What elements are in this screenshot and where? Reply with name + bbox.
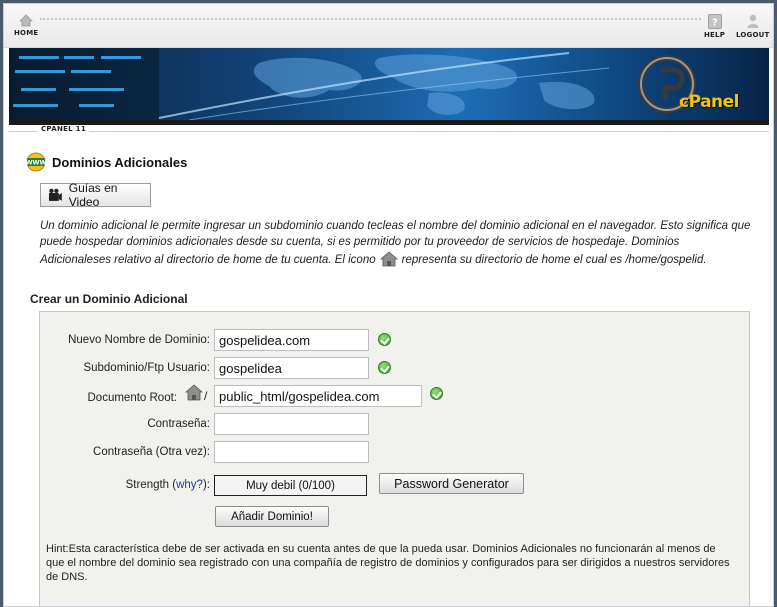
cpanel-logo-text: cPanel bbox=[679, 92, 740, 112]
home-link[interactable]: HOME bbox=[14, 14, 38, 37]
hint-text: Hint:Esta característica debe de ser act… bbox=[46, 543, 730, 583]
logout-icon bbox=[747, 14, 759, 28]
password-row: Contraseña: bbox=[40, 413, 749, 435]
docroot-label: Documento Root: bbox=[87, 392, 178, 404]
strength-label-prefix: Strength ( bbox=[125, 479, 177, 491]
password-confirm-input[interactable] bbox=[214, 441, 369, 463]
svg-text:?: ? bbox=[712, 18, 718, 29]
subdomain-label: Subdominio/Ftp Usuario: bbox=[83, 362, 210, 374]
svg-text:WWW: WWW bbox=[26, 160, 46, 167]
cpanel-banner: cPanel bbox=[9, 48, 769, 120]
home-icon bbox=[19, 14, 34, 27]
breadcrumb-divider bbox=[9, 131, 769, 132]
docroot-row: Documento Root: / bbox=[40, 383, 749, 407]
video-camera-icon bbox=[48, 188, 62, 201]
page-header: WWW Dominios Adicionales bbox=[26, 151, 187, 173]
docroot-input[interactable] bbox=[214, 385, 422, 407]
help-label: HELP bbox=[704, 31, 726, 39]
banner-bottom-bar bbox=[9, 120, 769, 125]
subdomain-row: Subdominio/Ftp Usuario: bbox=[40, 357, 749, 379]
home-label: HOME bbox=[14, 29, 39, 37]
docroot-separator: / bbox=[204, 389, 208, 403]
password-label: Contraseña: bbox=[147, 418, 210, 430]
logout-label: LOGOUT bbox=[736, 31, 770, 39]
password-confirm-label: Contraseña (Otra vez): bbox=[93, 446, 210, 458]
domain-valid-check-icon bbox=[378, 333, 391, 346]
banner-artwork bbox=[9, 48, 696, 120]
addon-domain-form: Nuevo Nombre de Dominio: Subdominio/Ftp … bbox=[39, 311, 750, 606]
breadcrumb[interactable]: CPANEL 11 bbox=[38, 125, 90, 133]
password-generator-button[interactable]: Password Generator bbox=[379, 473, 524, 494]
docroot-valid-check-icon bbox=[430, 387, 443, 400]
password-strength-meter: Muy debil (0/100) bbox=[214, 475, 367, 496]
browser-content: HOME ? HELP LOGOUT cPanel CPANEL 11 WWW … bbox=[3, 3, 774, 607]
create-addon-domain-heading: Crear un Dominio Adicional bbox=[30, 292, 188, 306]
subdomain-valid-check-icon bbox=[378, 361, 391, 374]
strength-label: Strength (why?): bbox=[126, 479, 210, 491]
video-guides-button[interactable]: Guías en Video bbox=[40, 181, 151, 209]
subdomain-input[interactable] bbox=[214, 357, 369, 379]
page-title: Dominios Adicionales bbox=[52, 154, 188, 170]
add-domain-button[interactable]: Añadir Dominio! bbox=[215, 506, 329, 527]
domain-input[interactable] bbox=[214, 329, 369, 351]
help-link[interactable]: ? HELP bbox=[704, 14, 725, 39]
help-icon: ? bbox=[707, 14, 722, 29]
domain-row: Nuevo Nombre de Dominio: bbox=[40, 329, 749, 351]
intro-description: Un dominio adicional le permite ingresar… bbox=[40, 219, 752, 273]
home-directory-icon bbox=[379, 250, 399, 273]
intro-text-part2: representa su directorio de home el cual… bbox=[401, 254, 707, 266]
password-input[interactable] bbox=[214, 413, 369, 435]
password-confirm-row: Contraseña (Otra vez): bbox=[40, 441, 749, 463]
video-guides-label: Guías en Video bbox=[68, 181, 118, 209]
strength-why-link[interactable]: why? bbox=[176, 479, 203, 491]
strength-label-suffix: ): bbox=[202, 479, 210, 491]
top-navigation-bar: HOME ? HELP LOGOUT bbox=[4, 4, 773, 48]
domain-label: Nuevo Nombre de Dominio: bbox=[68, 334, 210, 346]
docroot-home-icon bbox=[184, 383, 204, 405]
top-dotted-divider bbox=[40, 18, 701, 20]
logout-link[interactable]: LOGOUT bbox=[736, 14, 770, 39]
www-icon: WWW bbox=[26, 152, 46, 172]
